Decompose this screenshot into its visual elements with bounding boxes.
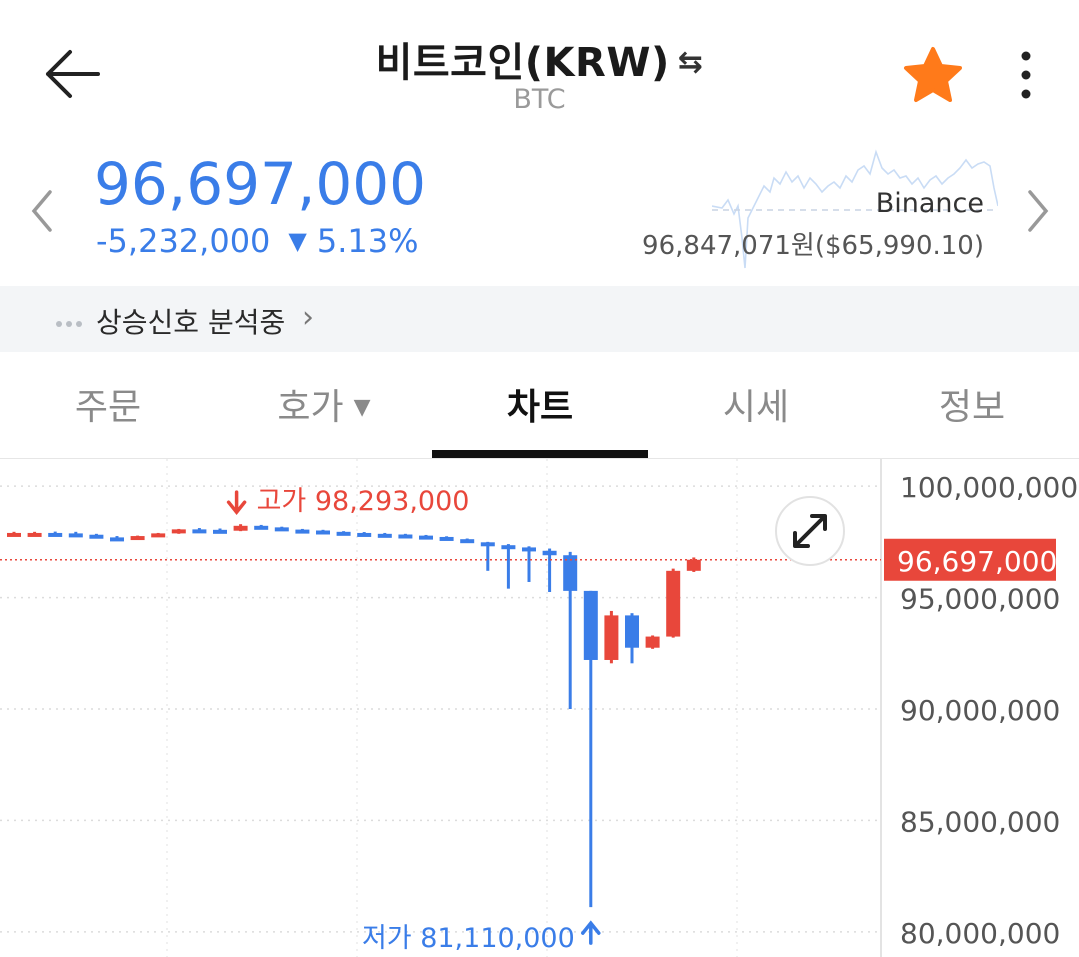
candle-body <box>480 542 495 547</box>
current-price: 96,697,000 <box>94 150 427 218</box>
candle-body <box>377 533 392 538</box>
candle-body <box>357 532 372 537</box>
candle-body <box>213 529 227 534</box>
up-arrow-icon <box>581 920 601 945</box>
candle-body <box>110 537 124 542</box>
low-price-annotation: 저가 81,110,000 <box>362 920 601 954</box>
tab-info-label: 정보 <box>938 387 1006 428</box>
tab-order-label: 주문 <box>74 387 142 428</box>
candle-body <box>89 534 104 539</box>
y-tick-label: 90,000,000 <box>900 694 1060 727</box>
candle-body <box>130 536 145 541</box>
candle-body <box>398 534 413 539</box>
tab-trades-label: 시세 <box>722 387 790 428</box>
tab-info[interactable]: 정보 <box>864 378 1079 430</box>
y-tick-label: 80,000,000 <box>900 917 1060 950</box>
y-tick-label: 95,000,000 <box>900 583 1060 616</box>
change-amount: -5,232,000 <box>96 222 271 260</box>
coin-title: 비트코인(KRW) <box>375 40 670 86</box>
candle-body <box>439 536 454 541</box>
signal-bar[interactable]: 상승신호 분석중 › <box>0 286 1079 352</box>
dropdown-caret-icon: ▼ <box>353 395 371 420</box>
candle-body <box>68 533 83 538</box>
chevron-right-icon <box>1028 190 1049 232</box>
chevron-right-icon: › <box>302 300 314 335</box>
candle-body <box>542 550 557 556</box>
favorite-button[interactable] <box>900 46 966 104</box>
candle-body <box>583 590 598 660</box>
y-tick-label: 85,000,000 <box>900 805 1060 838</box>
y-tick-label: 100,000,000 <box>900 471 1078 504</box>
down-arrow-icon <box>226 490 247 515</box>
candle-body <box>336 531 351 536</box>
exchange-name: Binance <box>875 188 984 219</box>
tab-order[interactable]: 주문 <box>0 378 216 430</box>
loading-dots-icon <box>56 312 86 331</box>
candle-body <box>604 615 619 660</box>
candle-body <box>563 555 578 591</box>
change-percent: 5.13% <box>316 222 419 260</box>
tab-bar: 주문 호가 ▼ 차트 시세 정보 <box>0 352 1079 459</box>
candle-body <box>254 525 269 530</box>
chevron-left-icon <box>31 190 52 232</box>
tab-chart-label: 차트 <box>506 387 574 428</box>
price-change: -5,232,000 ▼ 5.13% <box>96 222 419 260</box>
tab-orderbook-label: 호가 <box>277 387 344 428</box>
more-button[interactable] <box>1012 48 1040 104</box>
candle-body <box>316 530 330 535</box>
expand-chart-button[interactable] <box>775 496 845 566</box>
candlestick-chart[interactable]: 100,000,000 95,000,000 90,000,000 85,000,00… <box>0 459 1079 957</box>
tab-trades[interactable]: 시세 <box>648 378 864 430</box>
next-coin-button[interactable] <box>1020 186 1056 236</box>
swap-icon[interactable]: ⇆ <box>678 45 704 80</box>
high-price-label: 고가 98,293,000 <box>257 486 470 517</box>
candle-body <box>171 529 186 534</box>
candle-body <box>151 533 166 538</box>
candle-body <box>295 529 310 534</box>
active-tab-indicator <box>432 450 648 458</box>
candle-body <box>274 527 289 532</box>
prev-coin-button[interactable] <box>24 186 60 236</box>
candle-body <box>501 545 516 550</box>
tab-chart[interactable]: 차트 <box>432 378 648 430</box>
candle-body <box>27 532 42 537</box>
candle-body <box>48 532 63 537</box>
candle-body <box>419 535 433 540</box>
candle-body <box>666 570 681 637</box>
signal-label[interactable]: 상승신호 분석중 <box>96 301 285 341</box>
candle-body <box>460 539 475 544</box>
candle-body <box>686 559 701 571</box>
candle-body <box>233 525 248 531</box>
exchange-price: 96,847,071원($65,990.10) <box>642 231 984 261</box>
high-price-annotation: 고가 98,293,000 <box>226 486 470 517</box>
low-price-label: 저가 81,110,000 <box>362 923 575 954</box>
candle-body <box>7 532 21 537</box>
candle-body <box>645 636 660 648</box>
candle-body <box>625 615 639 648</box>
candle-body <box>192 529 207 534</box>
more-vertical-icon <box>1021 51 1031 99</box>
current-price-tag-label: 96,697,000 <box>897 545 1057 578</box>
down-triangle-icon: ▼ <box>288 227 307 255</box>
tab-orderbook[interactable]: 호가 ▼ <box>216 378 432 430</box>
candle-body <box>522 547 536 552</box>
star-icon <box>904 47 962 102</box>
